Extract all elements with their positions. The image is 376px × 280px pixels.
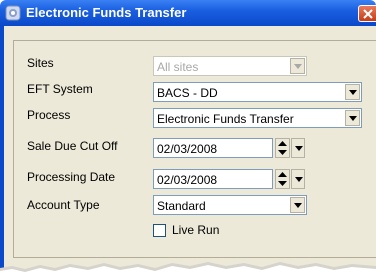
- processing-date-input[interactable]: 02/03/2008: [153, 169, 273, 189]
- title-bar[interactable]: Electronic Funds Transfer: [0, 0, 376, 26]
- process-dropdown-button[interactable]: [345, 110, 360, 126]
- chevron-down-icon: [349, 90, 357, 95]
- sites-label: Sites: [27, 56, 54, 70]
- chevron-down-icon: [294, 203, 302, 208]
- chevron-down-icon: [295, 146, 303, 151]
- sale-due-cut-off-value: 02/03/2008: [157, 142, 218, 156]
- spin-updown-icon: [278, 141, 287, 155]
- sale-due-cut-off-calendar-button[interactable]: [291, 138, 305, 158]
- processing-date-label: Processing Date: [27, 170, 116, 184]
- process-label: Process: [27, 108, 71, 122]
- processing-date-calendar-button[interactable]: [291, 169, 305, 189]
- sale-due-cut-off-input[interactable]: 02/03/2008: [153, 138, 273, 158]
- eft-system-select[interactable]: BACS - DD: [153, 82, 362, 102]
- close-button[interactable]: [358, 5, 376, 22]
- processing-date-value: 02/03/2008: [157, 173, 218, 187]
- sale-due-cut-off-label: Sale Due Cut Off: [27, 139, 118, 153]
- eft-system-dropdown-button[interactable]: [345, 84, 360, 100]
- process-value: Electronic Funds Transfer: [157, 112, 294, 126]
- chevron-down-icon: [294, 64, 302, 69]
- account-type-value: Standard: [157, 199, 206, 213]
- account-type-dropdown-button[interactable]: [290, 197, 305, 213]
- live-run-label[interactable]: Live Run: [172, 223, 219, 237]
- spin-updown-icon: [278, 172, 287, 186]
- eft-dialog-window: Electronic Funds Transfer Sites All site…: [0, 0, 376, 280]
- chevron-down-icon: [295, 177, 303, 182]
- sites-value: All sites: [157, 60, 199, 74]
- close-icon: [363, 9, 373, 19]
- process-select[interactable]: Electronic Funds Transfer: [153, 108, 362, 128]
- processing-date-spinner[interactable]: [275, 169, 290, 189]
- account-type-select[interactable]: Standard: [153, 195, 307, 215]
- sale-due-cut-off-spinner[interactable]: [275, 138, 290, 158]
- eft-system-label: EFT System: [27, 82, 93, 96]
- live-run-checkbox[interactable]: [153, 224, 166, 237]
- chevron-down-icon: [349, 116, 357, 121]
- torn-edge: [0, 262, 376, 280]
- eft-system-value: BACS - DD: [157, 86, 218, 100]
- window-title: Electronic Funds Transfer: [26, 5, 187, 20]
- app-icon: [5, 5, 21, 21]
- sites-dropdown-button: [290, 58, 305, 74]
- sites-select: All sites: [153, 56, 307, 76]
- account-type-label: Account Type: [27, 198, 100, 212]
